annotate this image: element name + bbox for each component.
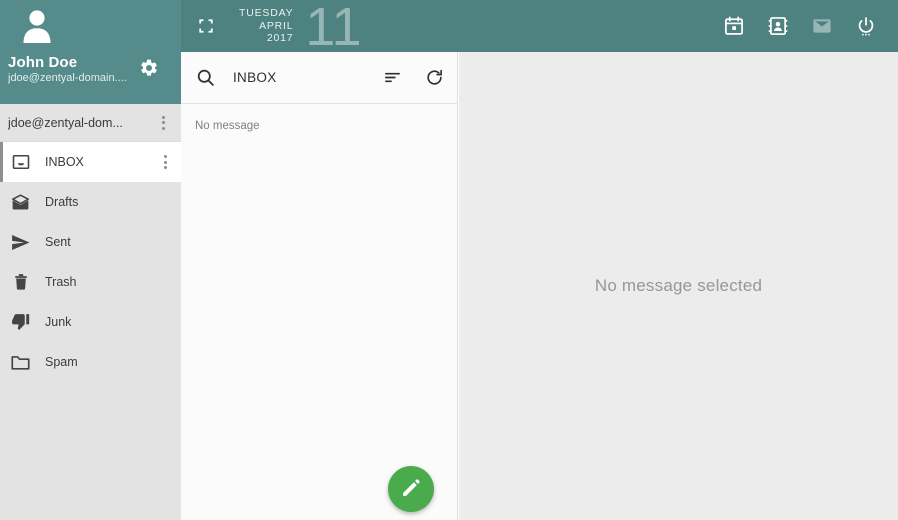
top-bar-left: TUESDAY APRIL 2017 11 — [181, 0, 362, 52]
calendar-app-icon[interactable] — [712, 0, 756, 52]
compose-button[interactable] — [388, 466, 434, 512]
sidebar-item-drafts[interactable]: Drafts — [0, 182, 181, 222]
account-row[interactable]: jdoe@zentyal-dom... — [0, 104, 181, 142]
inbox-icon — [10, 152, 31, 173]
sidebar-item-label: Junk — [45, 315, 72, 329]
sidebar-item-sent[interactable]: Sent — [0, 222, 181, 262]
power-icon[interactable] — [844, 0, 888, 52]
sidebar-item-label: Spam — [45, 355, 78, 369]
contacts-app-icon[interactable] — [756, 0, 800, 52]
message-list-empty-text: No message — [195, 120, 260, 132]
date-year: 2017 — [266, 32, 294, 45]
top-bar: TUESDAY APRIL 2017 11 — [181, 0, 898, 52]
message-list-title: INBOX — [233, 70, 277, 85]
account-label: jdoe@zentyal-dom... — [8, 115, 123, 130]
date-month: APRIL — [259, 19, 294, 32]
reading-pane-empty-text: No message selected — [594, 276, 763, 295]
drafts-icon — [10, 192, 31, 213]
sent-icon — [10, 232, 31, 253]
message-list-header: INBOX — [181, 52, 457, 104]
trash-icon — [10, 272, 31, 293]
webmail-app: John Doe jdoe@zentyal-domain.... jdoe@ze… — [0, 0, 898, 520]
pencil-icon — [400, 477, 422, 502]
account-kebab-menu-icon[interactable] — [153, 112, 173, 134]
sidebar-item-label: INBOX — [45, 155, 84, 169]
sidebar-item-inbox[interactable]: INBOX — [0, 142, 181, 182]
top-bar-apps — [712, 0, 898, 52]
folder-icon — [10, 352, 31, 373]
sidebar-item-label: Trash — [45, 275, 77, 289]
mail-app-icon[interactable] — [800, 0, 844, 52]
date-day-number: 11 — [305, 0, 362, 52]
folder-list: INBOX Drafts Sent Trash Junk Spam — [0, 142, 181, 520]
refresh-icon[interactable] — [425, 68, 445, 88]
user-avatar-icon — [20, 8, 54, 44]
reading-pane: No message selected — [459, 52, 898, 520]
sort-icon[interactable] — [383, 68, 403, 88]
date-words: TUESDAY APRIL 2017 — [239, 7, 293, 45]
sidebar-item-label: Sent — [45, 235, 71, 249]
sidebar-item-trash[interactable]: Trash — [0, 262, 181, 302]
message-list-pane: INBOX No message — [181, 52, 458, 520]
user-email: jdoe@zentyal-domain.... — [8, 72, 127, 84]
sidebar-item-junk[interactable]: Junk — [0, 302, 181, 342]
inbox-kebab-menu-icon[interactable] — [155, 151, 175, 173]
fullscreen-icon[interactable] — [195, 15, 217, 37]
user-name: John Doe — [8, 54, 78, 71]
gear-icon[interactable] — [139, 58, 159, 78]
sidebar-item-spam[interactable]: Spam — [0, 342, 181, 382]
sidebar: John Doe jdoe@zentyal-domain.... jdoe@ze… — [0, 0, 181, 520]
sidebar-item-label: Drafts — [45, 195, 79, 209]
search-icon[interactable] — [195, 67, 217, 89]
user-panel: John Doe jdoe@zentyal-domain.... — [0, 0, 181, 104]
date-display: TUESDAY APRIL 2017 11 — [239, 0, 362, 52]
junk-icon — [10, 312, 31, 333]
date-weekday: TUESDAY — [239, 7, 294, 20]
message-list-actions — [383, 68, 445, 88]
